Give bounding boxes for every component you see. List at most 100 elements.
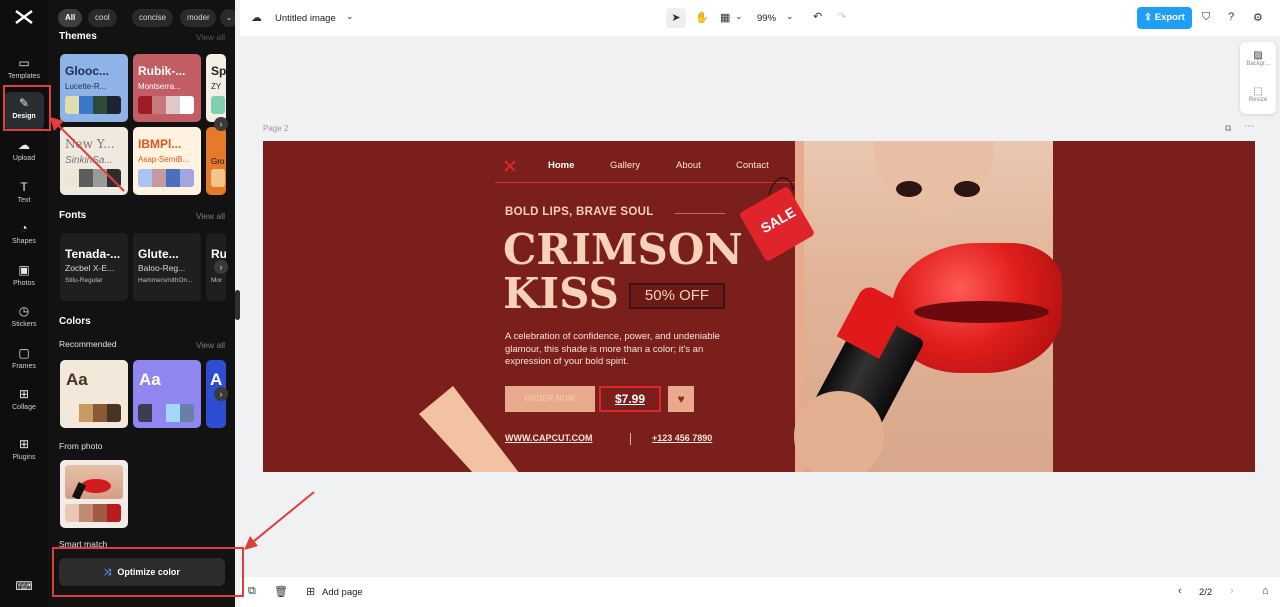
redo-icon[interactable]: ↷	[837, 10, 846, 23]
price-tag[interactable]: $7.99	[599, 386, 661, 412]
theme-card[interactable]: IBMPl... Asap-SemiB...	[133, 127, 201, 195]
capcut-logo-icon[interactable]	[12, 8, 36, 30]
next-page-icon[interactable]: ›	[1230, 585, 1234, 597]
layers-icon[interactable]: ⧉	[248, 585, 256, 598]
rail-label: Plugins	[12, 454, 36, 461]
shield-icon[interactable]: ⛉	[1202, 11, 1210, 24]
color-card-sample: Aa	[139, 370, 161, 389]
website-link[interactable]: WWW.CAPCUT.COM	[505, 433, 593, 443]
rail-collage[interactable]: ⊞ Collage	[4, 383, 44, 421]
heart-icon[interactable]: ♥	[668, 386, 694, 412]
theme-card[interactable]: Glooc... Lucette-R...	[60, 54, 128, 122]
font-card[interactable]: Tenada-... Zocbel X-E... Stilu-Regular	[60, 233, 128, 301]
zoom-level[interactable]: 99%	[757, 13, 776, 24]
help-icon[interactable]: ?	[1228, 11, 1234, 23]
fonts-title: Fonts	[59, 210, 87, 221]
footer-divider	[630, 433, 631, 445]
panel-collapse-handle[interactable]	[235, 290, 240, 320]
chip-cool[interactable]: cool	[88, 9, 117, 27]
tagline: BOLD LIPS, BRAVE SOUL	[505, 206, 654, 218]
undo-icon[interactable]: ↶	[813, 10, 822, 23]
rail-frames[interactable]: ▢ Frames	[4, 342, 44, 380]
top-bar: ☁ Untitled image ⌄ ➤ ✋ ▦ ⌄ 99% ⌄ ↶ ↷ ⇪ E…	[240, 0, 1280, 36]
rail-shapes[interactable]: ◔ Shapes	[4, 217, 44, 255]
color-card[interactable]: Aa	[133, 360, 201, 428]
cloud-icon[interactable]: ☁	[251, 11, 262, 24]
themes-view-all[interactable]: View all	[196, 32, 225, 42]
layout-icon[interactable]: ▦	[720, 11, 730, 24]
theme-card[interactable]: Sp ZY	[206, 54, 226, 122]
templates-icon: ▭	[18, 56, 30, 70]
export-button[interactable]: ⇪ Export	[1137, 7, 1192, 29]
rail-photos[interactable]: ▣ Photos	[4, 259, 44, 297]
font-body: Baloo-Reg...	[138, 263, 186, 273]
page-counter: 2/2	[1199, 587, 1213, 598]
rail-label: Shapes	[12, 238, 36, 245]
prev-page-icon[interactable]: ‹	[1178, 585, 1182, 597]
select-tool-icon[interactable]: ➤	[666, 8, 686, 28]
color-swatches	[138, 404, 194, 422]
stack-icon[interactable]: ⌂	[1262, 585, 1269, 597]
add-page-icon[interactable]: ⊞	[306, 585, 315, 598]
chip-concise[interactable]: concise	[132, 9, 174, 27]
photos-icon: ▣	[18, 263, 30, 277]
rail-stickers[interactable]: ◷ Stickers	[4, 300, 44, 338]
resize-tool[interactable]: ⬚ Resize	[1240, 86, 1276, 103]
color-card-sample: Aa	[66, 370, 88, 389]
doc-title[interactable]: Untitled image	[275, 13, 336, 24]
rail-label: Frames	[12, 363, 36, 370]
title-dropdown-icon[interactable]: ⌄	[346, 11, 354, 22]
font-caption: Mor	[211, 277, 223, 284]
themes-next-icon[interactable]: ›	[214, 117, 228, 131]
description: A celebration of confidence, power, and …	[505, 331, 720, 369]
add-page-button[interactable]: Add page	[322, 587, 363, 598]
highlight-optimize	[52, 547, 244, 597]
from-photo-card[interactable]	[60, 460, 128, 528]
background-tool[interactable]: ▨ Backgr...	[1240, 50, 1276, 67]
rail-text[interactable]: T Text	[4, 176, 44, 214]
rail-plugins[interactable]: ⊞ Plugins	[4, 433, 44, 471]
theme-subfont: Montserra...	[138, 82, 181, 91]
nav-home[interactable]: Home	[548, 160, 574, 171]
description-line: glamour, this shade is more than a color…	[505, 343, 704, 355]
photo-nostril	[954, 181, 980, 197]
font-heading: Glute...	[138, 247, 179, 261]
duplicate-page-icon[interactable]: ⧉	[1225, 123, 1231, 134]
zoom-dropdown-icon[interactable]: ⌄	[786, 11, 794, 22]
page-label: Page 2	[263, 124, 289, 133]
colors-next-icon[interactable]: ›	[214, 387, 228, 401]
fonts-view-all[interactable]: View all	[196, 211, 225, 221]
chip-modern[interactable]: moder	[180, 9, 216, 27]
settings-icon[interactable]: ⚙	[1253, 11, 1263, 24]
text-icon: T	[20, 180, 28, 194]
font-body: Zocbel X-E...	[65, 263, 115, 273]
theme-card[interactable]: Rubik-... Montserra...	[133, 54, 201, 122]
theme-swatches	[65, 96, 121, 114]
font-caption: HammersmithOn...	[138, 277, 193, 284]
tagline-rule	[675, 213, 725, 214]
rail-label: Collage	[12, 404, 36, 411]
color-card[interactable]: Aa	[60, 360, 128, 428]
font-heading: Tenada-...	[65, 247, 121, 261]
rail-keyboard[interactable]: ⌨	[4, 575, 44, 597]
hand-tool-icon[interactable]: ✋	[695, 11, 709, 24]
delete-icon[interactable]: 🗑	[274, 585, 288, 598]
design-canvas[interactable]: Home Gallery About Contact BOLD LIPS, BR…	[263, 141, 1255, 472]
theme-card[interactable]: Gro	[206, 127, 226, 195]
lips-photo[interactable]	[792, 141, 1062, 472]
rail-upload[interactable]: ☁ Upload	[4, 134, 44, 172]
colors-view-all[interactable]: View all	[196, 340, 225, 350]
fonts-next-icon[interactable]: ›	[214, 260, 228, 274]
nav-about[interactable]: About	[676, 160, 701, 171]
nav-contact[interactable]: Contact	[736, 160, 769, 171]
chips-expand-icon[interactable]: ⌄	[220, 9, 235, 27]
theme-swatches	[138, 96, 194, 114]
order-now-button[interactable]: ORDER NOW	[505, 386, 595, 412]
theme-subfont: ZY	[211, 82, 222, 91]
chip-all[interactable]: All	[58, 9, 83, 27]
more-options-icon[interactable]: ⋯	[1244, 121, 1254, 132]
font-card[interactable]: Glute... Baloo-Reg... HammersmithOn...	[133, 233, 201, 301]
layout-dropdown-icon[interactable]: ⌄	[735, 11, 743, 22]
nav-gallery[interactable]: Gallery	[610, 160, 640, 171]
headline-crimson: CRIMSON	[503, 225, 743, 274]
